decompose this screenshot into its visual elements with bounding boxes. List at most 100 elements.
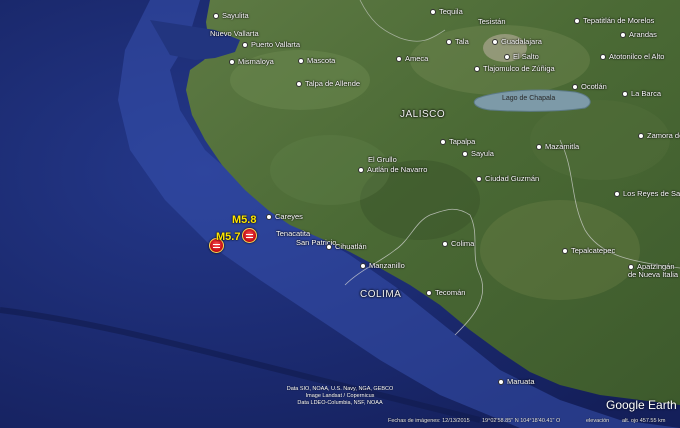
place-label: Maruata <box>507 377 535 386</box>
place-zamora[interactable]: Zamora de H <box>638 132 680 140</box>
place-label: Manzanillo <box>369 261 405 270</box>
earthquake-label-m57: M5.7 <box>216 231 241 243</box>
place-label: Puerto Vallarta <box>251 40 301 49</box>
place-label: Tequila <box>439 7 463 16</box>
place-cihuatlan[interactable]: Cihuatlán <box>326 243 367 251</box>
place-dot <box>298 58 304 65</box>
place-manzanillo[interactable]: Manzanillo <box>360 262 405 270</box>
place-tesistan[interactable]: Tesistán <box>478 18 506 26</box>
imagery-date: Fechas de imágenes: 12/13/2015 <box>388 418 470 424</box>
place-dot <box>474 66 480 73</box>
place-tequila[interactable]: Tequila <box>430 8 463 16</box>
place-maruata[interactable]: Maruata <box>498 378 535 386</box>
place-dot <box>296 81 302 88</box>
place-talpa[interactable]: Talpa de Allende <box>296 80 360 88</box>
place-label: El Salto <box>513 52 539 61</box>
place-dot <box>442 241 448 248</box>
place-tepalcatepec[interactable]: Tepalcatepec <box>562 247 615 255</box>
place-tenacatita[interactable]: Tenacatita <box>276 230 310 238</box>
place-label: Mismaloya <box>238 57 274 66</box>
credit-line: Data SIO, NOAA, U.S. Navy, NGA, GEBCO <box>286 386 394 392</box>
place-dot <box>266 214 272 221</box>
place-el-salto[interactable]: El Salto <box>504 53 539 61</box>
earthquake-marker-m58[interactable] <box>242 228 257 243</box>
place-tala[interactable]: Tala <box>446 38 469 46</box>
earthquake-label-m58: M5.8 <box>232 214 257 226</box>
region-colima: COLIMA <box>360 289 402 300</box>
place-label: Ameca <box>405 54 429 63</box>
place-label: Colima <box>451 239 475 248</box>
place-atotonilco[interactable]: Atotonilco el Alto <box>600 53 664 61</box>
place-dot <box>476 176 482 183</box>
place-label: Los Reyes de Sa <box>623 189 680 198</box>
place-tlajomulco[interactable]: Tlajomulco de Zúñiga <box>474 65 555 73</box>
place-dot <box>360 263 366 270</box>
place-dot <box>242 42 248 49</box>
place-dot <box>572 84 578 91</box>
place-sayulita[interactable]: Sayulita <box>213 12 249 20</box>
place-colima-city[interactable]: Colima <box>442 240 474 248</box>
place-tapalpa[interactable]: Tapalpa <box>440 138 475 146</box>
place-label: Ciudad Guzmán <box>485 174 540 183</box>
place-label: Talpa de Allende <box>305 79 361 88</box>
place-mascota[interactable]: Mascota <box>298 57 335 65</box>
place-label: Tepatitlán de Morelos <box>583 16 655 25</box>
google-earth-logo: Google Earth <box>606 398 677 412</box>
cursor-coordinates: 19°02'58.85" N 104°18'40.41" O <box>482 418 561 424</box>
place-nuevo-vallarta[interactable]: Nuevo Vallarta <box>210 30 259 38</box>
place-label: El Grullo <box>368 155 397 164</box>
place-dot <box>600 54 606 61</box>
place-label: Sayulita <box>222 11 249 20</box>
place-dot <box>574 18 580 25</box>
place-label: Autlán de Navarro <box>367 165 428 174</box>
place-label: Tepalcatepec <box>571 246 616 255</box>
place-autlan[interactable]: Autlán de Navarro <box>358 166 427 174</box>
data-credits: Data SIO, NOAA, U.S. Navy, NGA, GEBCO Im… <box>270 386 410 407</box>
place-ciudad-guzman[interactable]: Ciudad Guzmán <box>476 175 539 183</box>
place-ameca[interactable]: Ameca <box>396 55 428 63</box>
place-puerto-vallarta[interactable]: Puerto Vallarta <box>242 41 300 49</box>
place-dot <box>562 248 568 255</box>
place-dot <box>620 32 626 39</box>
lake-label: Lago de Chapala <box>502 95 556 102</box>
place-label: Tenacatita <box>276 229 311 238</box>
place-sayula[interactable]: Sayula <box>462 150 494 158</box>
place-dot <box>536 144 542 151</box>
elevation-readout: elevación <box>586 418 610 424</box>
place-dot <box>426 290 432 297</box>
place-dot <box>326 244 332 251</box>
place-label: Zamora de H <box>647 131 680 140</box>
place-ocotlan[interactable]: Ocotlán <box>572 83 607 91</box>
place-label: Careyes <box>275 212 303 221</box>
place-label: Tala <box>455 37 469 46</box>
place-los-reyes[interactable]: Los Reyes de Sa <box>614 190 680 198</box>
place-dot <box>396 56 402 63</box>
place-dot <box>213 13 219 20</box>
place-label: Atotonilco el Alto <box>609 52 665 61</box>
place-dot <box>446 39 452 46</box>
place-tepatitlan[interactable]: Tepatitlán de Morelos <box>574 17 654 25</box>
place-apatzingan[interactable]: Apatzingán de Nueva Italia <box>628 263 680 278</box>
place-label: Cihuatlán <box>335 242 367 251</box>
place-el-grullo[interactable]: El Grullo <box>368 156 397 164</box>
place-tecoman[interactable]: Tecomán <box>426 289 465 297</box>
place-label: La Barca <box>631 89 662 98</box>
place-la-barca[interactable]: La Barca <box>622 90 661 98</box>
place-guadalajara[interactable]: Guadalajara <box>492 38 542 46</box>
place-mismaloya[interactable]: Mismaloya <box>229 58 274 66</box>
place-dot <box>358 167 364 174</box>
place-dot <box>622 91 628 98</box>
credit-line: Image Landsat / Copernicus <box>305 392 375 399</box>
region-jalisco: JALISCO <box>400 109 446 120</box>
place-arandas[interactable]: Arandas <box>620 31 657 39</box>
map-terrain <box>0 0 680 428</box>
satellite-map[interactable]: JALISCO COLIMA Lago de Chapala Sayulita … <box>0 0 680 428</box>
place-mazamitla[interactable]: Mazamitla <box>536 143 579 151</box>
place-dot <box>504 54 510 61</box>
place-label: Tesistán <box>478 17 506 26</box>
place-label: Tlajomulco de Zúñiga <box>483 64 555 73</box>
place-dot <box>440 139 446 146</box>
place-careyes[interactable]: Careyes <box>266 213 303 221</box>
place-label: Tecomán <box>435 288 466 297</box>
place-label: Ocotlán <box>581 82 607 91</box>
